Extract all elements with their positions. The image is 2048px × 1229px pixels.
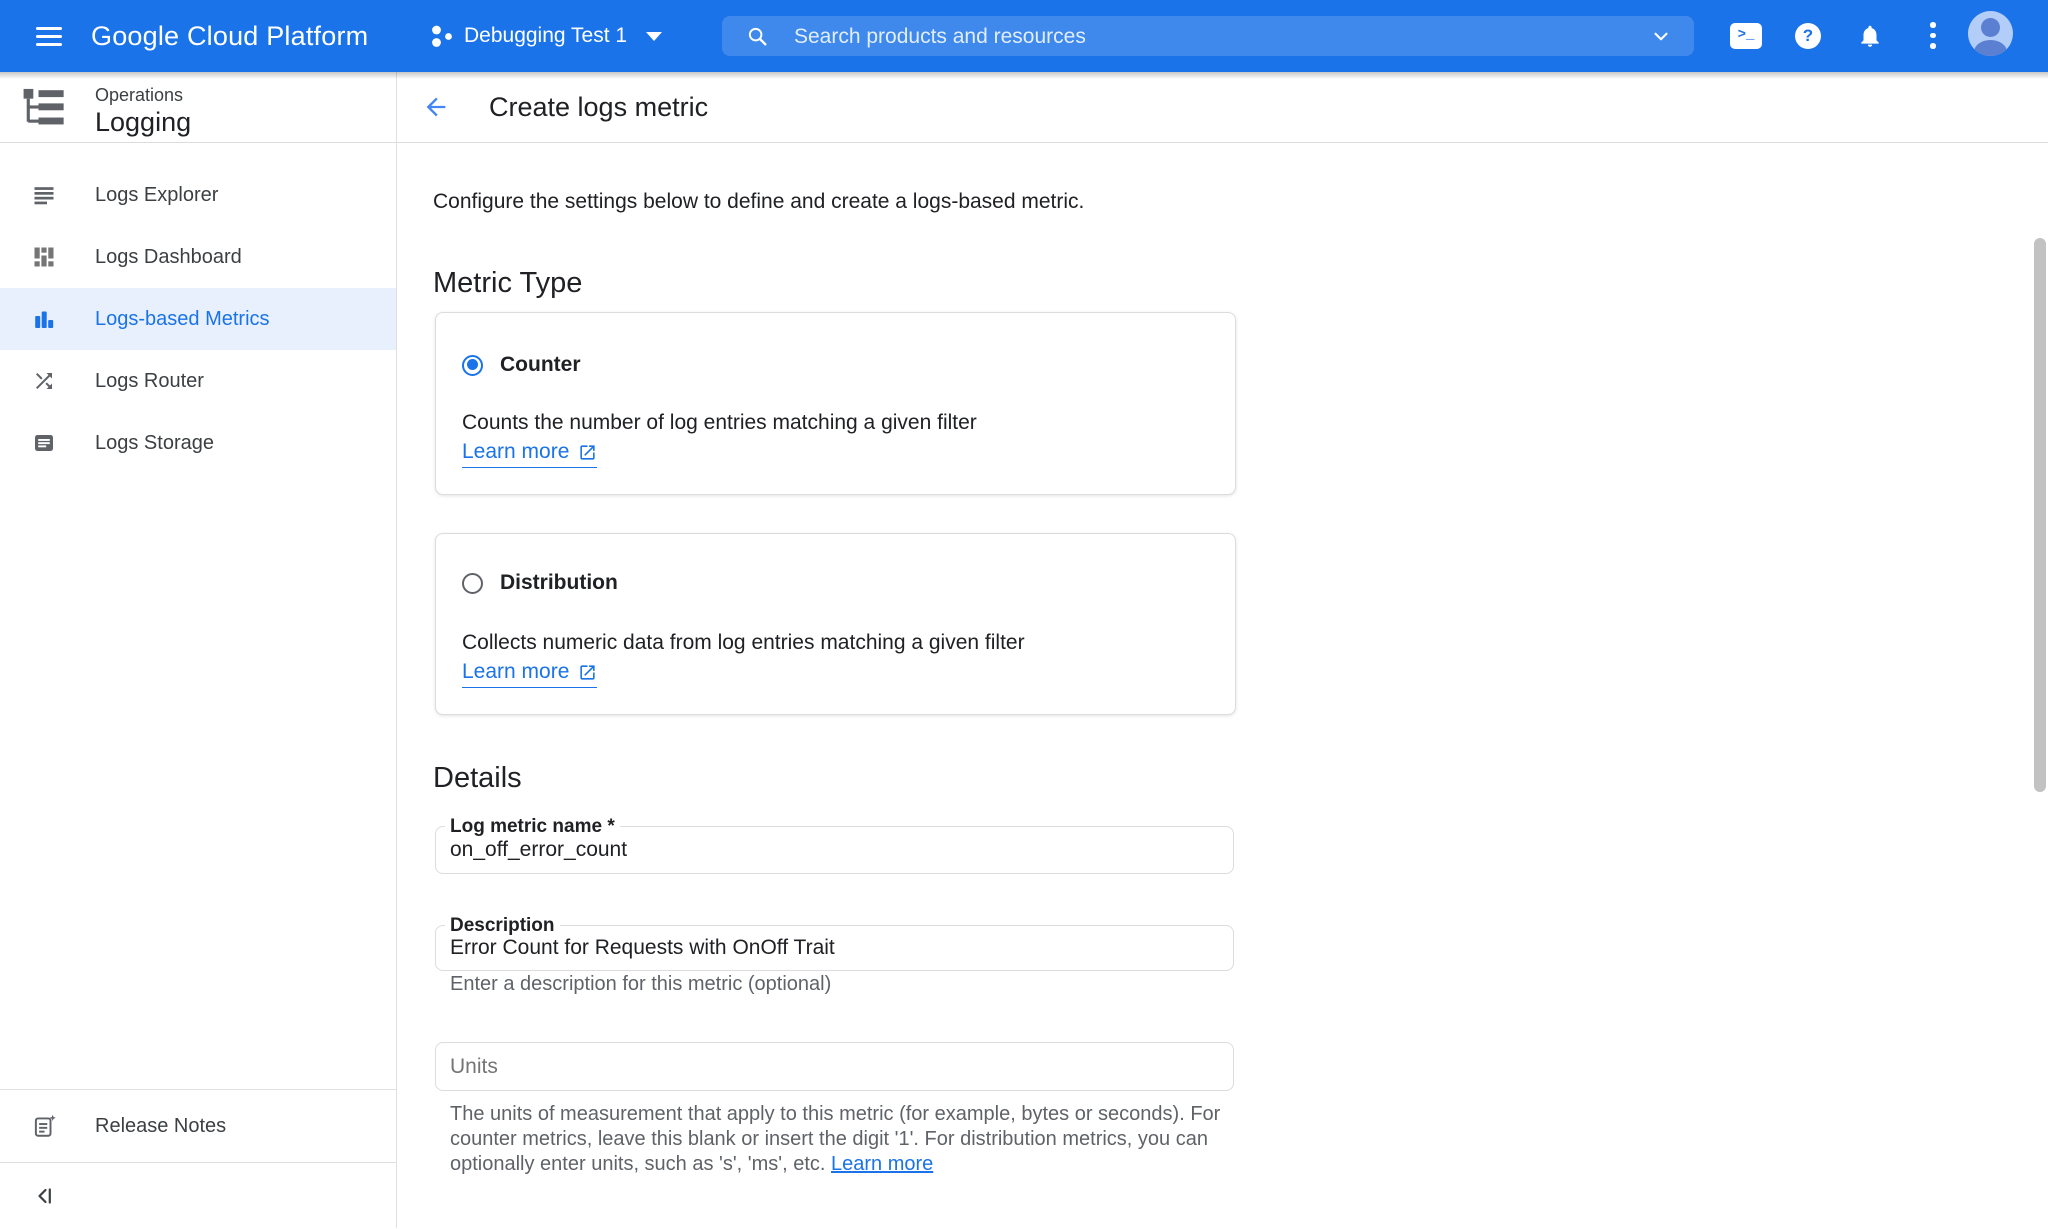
sidebar-item-label: Logs Explorer — [95, 164, 218, 226]
description-label: Description — [445, 915, 560, 936]
sidebar-item-label: Release Notes — [95, 1090, 226, 1162]
sidebar-header: Operations Logging — [0, 72, 396, 143]
release-notes-icon — [31, 1113, 57, 1144]
avatar[interactable] — [1968, 11, 2013, 56]
units-learn-more-link[interactable]: Learn more — [831, 1153, 933, 1175]
metric-type-heading: Metric Type — [433, 265, 582, 301]
distribution-label: Distribution — [500, 571, 618, 595]
main-content: Create logs metric Configure the setting… — [396, 72, 2048, 1228]
page-title: Create logs metric — [489, 72, 708, 142]
external-link-icon — [578, 663, 597, 682]
logs-explorer-icon — [32, 183, 56, 207]
help-icon[interactable]: ? — [1795, 23, 1821, 49]
collapse-sidebar-icon[interactable] — [34, 1185, 56, 1212]
vertical-scrollbar-thumb[interactable] — [2034, 238, 2046, 792]
sidebar-item-logs-router[interactable]: Logs Router — [0, 350, 396, 412]
sidebar-collapse-row — [0, 1163, 396, 1229]
search-bar — [722, 16, 1694, 56]
menu-icon[interactable] — [36, 27, 62, 46]
counter-radio[interactable] — [462, 355, 483, 376]
logs-storage-icon — [32, 431, 56, 455]
sidebar-item-label: Logs Storage — [95, 412, 214, 474]
log-metric-name-field-wrap: Log metric name * — [435, 826, 1234, 874]
logs-router-icon — [32, 369, 56, 393]
sidebar-title: Logging — [95, 106, 191, 138]
app-bar: Google Cloud Platform Debugging Test 1 >… — [0, 0, 2048, 72]
units-field-wrap — [435, 1042, 1234, 1091]
search-icon — [746, 25, 768, 52]
learn-more-label: Learn more — [462, 660, 569, 684]
search-input[interactable] — [792, 16, 1616, 58]
external-link-icon — [578, 443, 597, 462]
chevron-down-icon[interactable] — [1650, 25, 1672, 52]
logging-product-icon — [22, 85, 66, 134]
details-heading: Details — [433, 760, 522, 796]
learn-more-label: Learn more — [462, 440, 569, 464]
description-field-wrap: Description — [435, 925, 1234, 971]
units-helper-text: The units of measurement that apply to t… — [450, 1102, 1220, 1177]
sidebar-eyebrow: Operations — [95, 84, 183, 106]
sidebar-footer: Release Notes — [0, 1089, 396, 1229]
sidebar-item-logs-storage[interactable]: Logs Storage — [0, 412, 396, 474]
sidebar-item-label: Logs Router — [95, 350, 204, 412]
sidebar-item-logs-explorer[interactable]: Logs Explorer — [0, 164, 396, 226]
counter-learn-more-link[interactable]: Learn more — [462, 440, 597, 468]
counter-option-card[interactable]: Counter Counts the number of log entries… — [435, 312, 1236, 495]
log-metric-name-label: Log metric name * — [445, 816, 620, 837]
units-helper-line: counter metrics, leave this blank or ins… — [450, 1127, 1220, 1152]
sidebar-nav: Logs Explorer Logs Dashboard Logs-base — [0, 143, 396, 474]
sidebar-item-release-notes[interactable]: Release Notes — [0, 1090, 396, 1162]
counter-description: Counts the number of log entries matchin… — [462, 410, 977, 435]
distribution-description: Collects numeric data from log entries m… — [462, 630, 1025, 655]
distribution-option-card[interactable]: Distribution Collects numeric data from … — [435, 533, 1236, 715]
units-helper-line: The units of measurement that apply to t… — [450, 1102, 1220, 1127]
units-helper-line: optionally enter units, such as 's', 'ms… — [450, 1152, 1220, 1177]
logs-based-metrics-icon — [32, 307, 56, 331]
project-icon — [430, 23, 456, 54]
project-caret-icon[interactable] — [646, 32, 662, 41]
logs-dashboard-icon — [32, 245, 56, 269]
intro-text: Configure the settings below to define a… — [433, 189, 1084, 215]
gcp-logo[interactable]: Google Cloud Platform — [91, 0, 368, 72]
more-options-icon[interactable] — [1930, 22, 1936, 54]
sidebar-item-logs-based-metrics[interactable]: Logs-based Metrics — [0, 288, 396, 350]
sidebar-item-label: Logs Dashboard — [95, 226, 242, 288]
units-helper-line-prefix: optionally enter units, such as 's', 'ms… — [450, 1153, 831, 1175]
sidebar-item-label: Logs-based Metrics — [95, 288, 270, 350]
units-input[interactable] — [436, 1043, 1233, 1090]
sidebar: Operations Logging Logs Explorer Logs Da… — [0, 72, 397, 1228]
app-bar-shadow — [0, 72, 2048, 79]
back-arrow-icon[interactable] — [422, 93, 450, 121]
project-selector[interactable]: Debugging Test 1 — [464, 0, 627, 72]
cloud-shell-icon[interactable]: >_ — [1730, 23, 1762, 49]
distribution-radio[interactable] — [462, 573, 483, 594]
counter-label: Counter — [500, 353, 581, 377]
description-helper-text: Enter a description for this metric (opt… — [450, 972, 831, 997]
sidebar-item-logs-dashboard[interactable]: Logs Dashboard — [0, 226, 396, 288]
page-header: Create logs metric — [396, 72, 2048, 143]
distribution-learn-more-link[interactable]: Learn more — [462, 660, 597, 688]
notifications-bell-icon[interactable] — [1857, 23, 1883, 54]
